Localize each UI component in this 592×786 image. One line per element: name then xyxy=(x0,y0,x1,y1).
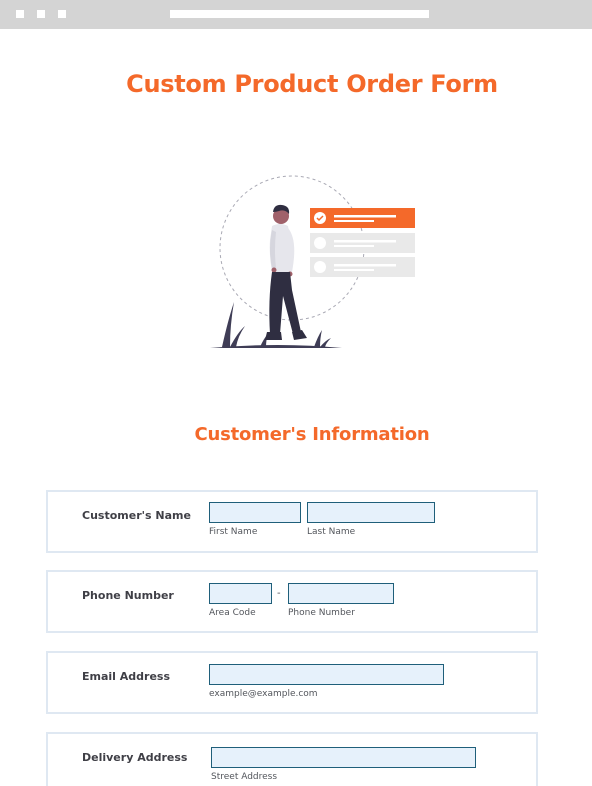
phone-separator: - xyxy=(277,588,281,599)
window-dot-icon xyxy=(16,10,24,18)
email-address-card: Email Address example@example.com xyxy=(46,651,538,714)
window-dot-icon xyxy=(58,10,66,18)
last-name-input[interactable] xyxy=(307,502,435,523)
last-name-sublabel: Last Name xyxy=(307,527,356,537)
area-code-input[interactable] xyxy=(209,583,272,604)
first-name-sublabel: First Name xyxy=(209,527,258,537)
street-address-input[interactable] xyxy=(211,747,476,768)
person-checklist-illustration xyxy=(210,175,415,348)
browser-chrome-bar xyxy=(0,0,592,29)
page-title: Custom Product Order Form xyxy=(126,70,498,98)
area-code-sublabel: Area Code xyxy=(209,608,256,618)
phone-number-input[interactable] xyxy=(288,583,394,604)
phone-number-card: Phone Number - Area Code Phone Number xyxy=(46,570,538,633)
customer-name-label: Customer's Name xyxy=(82,509,191,522)
section-title: Customer's Information xyxy=(194,424,430,445)
address-bar[interactable] xyxy=(170,10,429,18)
delivery-address-card: Delivery Address Street Address xyxy=(46,732,538,786)
first-name-input[interactable] xyxy=(209,502,301,523)
email-sublabel: example@example.com xyxy=(209,689,318,699)
delivery-address-label: Delivery Address xyxy=(82,751,188,764)
window-dot-icon xyxy=(37,10,45,18)
email-input[interactable] xyxy=(209,664,444,685)
customer-name-card: Customer's Name First Name Last Name xyxy=(46,490,538,553)
phone-number-sublabel: Phone Number xyxy=(288,608,355,618)
phone-number-label: Phone Number xyxy=(82,589,174,602)
street-address-sublabel: Street Address xyxy=(211,772,278,782)
email-address-label: Email Address xyxy=(82,670,171,683)
